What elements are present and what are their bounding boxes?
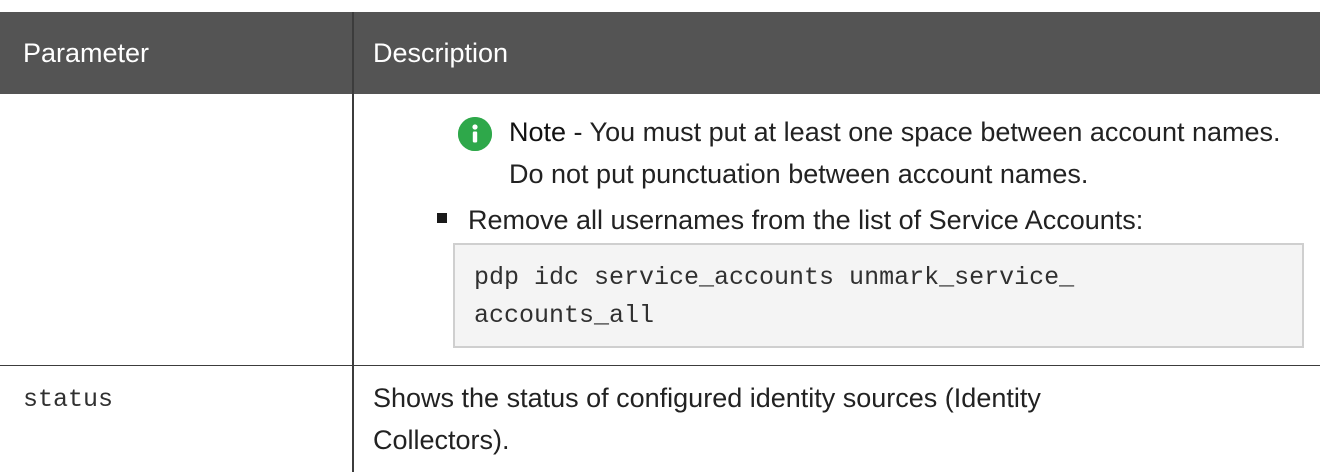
bullet-text: Remove all usernames from the list of Se… [468, 205, 1144, 235]
table-header-row: Parameter Description [0, 12, 1320, 94]
header-description: Description [373, 38, 509, 68]
parameter-status: status [23, 385, 114, 414]
note-text: Note - You must put at least one space b… [509, 111, 1319, 195]
row-divider [0, 365, 1320, 366]
info-icon [458, 117, 492, 151]
code-line: pdp idc service_accounts unmark_service_ [474, 263, 1075, 292]
status-description: Shows the status of configured identity … [373, 383, 1041, 455]
code-line: accounts_all [474, 301, 655, 330]
code-block: pdp idc service_accounts unmark_service_… [453, 243, 1304, 348]
note-label: Note [509, 117, 567, 147]
square-bullet-icon [437, 213, 447, 223]
header-parameter: Parameter [23, 38, 150, 68]
note-body: - You must put at least one space betwee… [509, 117, 1281, 189]
list-item: Remove all usernames from the list of Se… [437, 199, 1317, 241]
column-divider [352, 12, 354, 472]
parameter-table: Parameter Description Note - You must pu… [0, 12, 1320, 472]
